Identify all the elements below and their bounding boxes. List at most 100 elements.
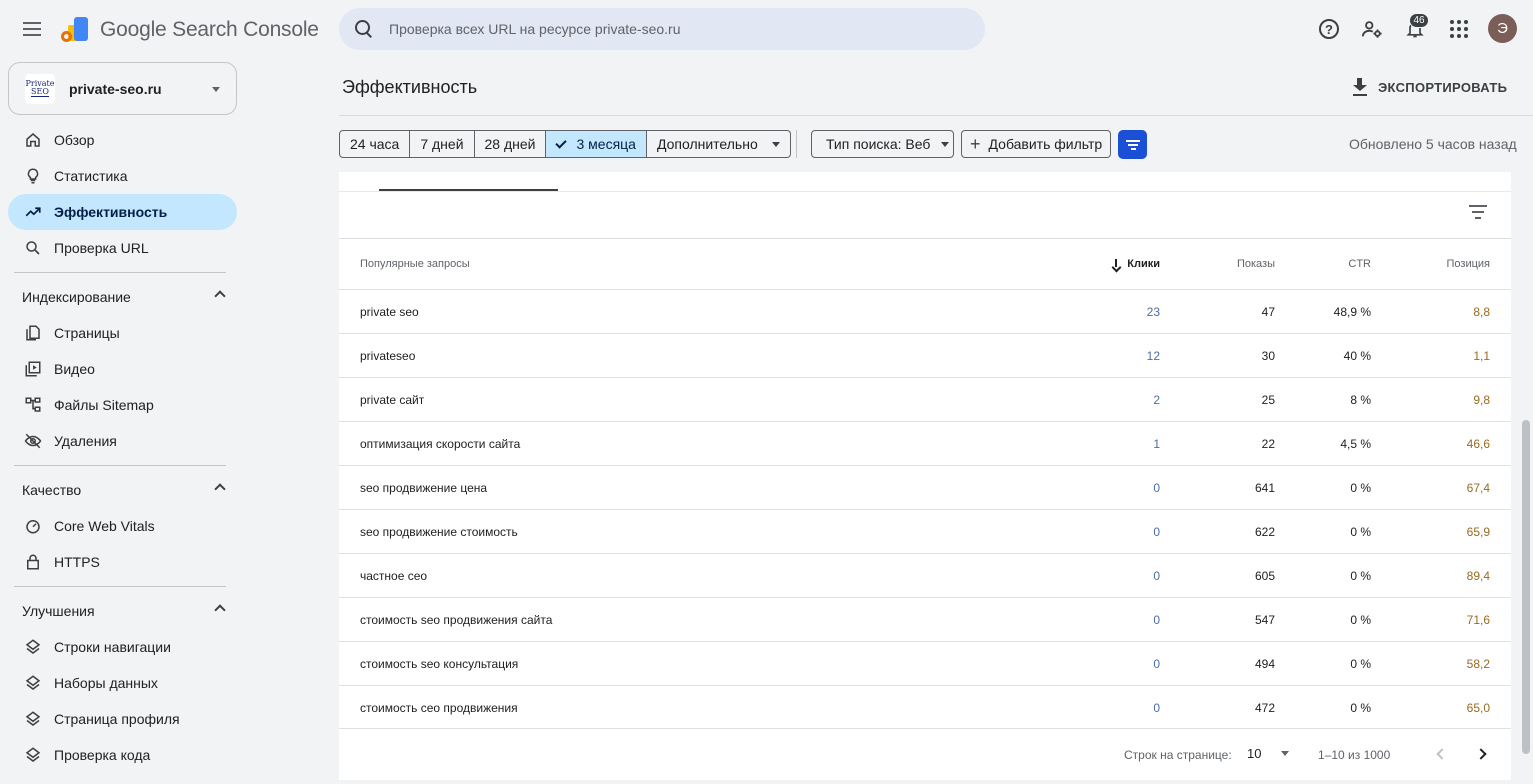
add-filter-button[interactable]: + Добавить фильтр (961, 130, 1111, 158)
property-selector[interactable]: Private SEO private-seo.ru (8, 62, 237, 115)
cell-impressions: 30 (1261, 349, 1275, 363)
table-row[interactable]: оптимизация скорости сайта 1 22 4,5 % 46… (339, 421, 1511, 465)
sidebar-item-label: Файлы Sitemap (54, 397, 154, 413)
sidebar-item-breadcrumbs[interactable]: Строки навигации (8, 629, 237, 665)
scrollbar[interactable] (1522, 420, 1530, 754)
ai-filter-icon[interactable] (1118, 130, 1147, 159)
layers-icon (23, 637, 43, 657)
next-page-icon[interactable] (1475, 746, 1491, 762)
section-quality[interactable]: Качество (8, 472, 237, 508)
layers-icon (23, 709, 43, 729)
table-row[interactable]: seo продвижение цена 0 641 0 % 67,4 (339, 465, 1511, 509)
cell-ctr: 4,5 % (1340, 437, 1371, 451)
sidebar-item-sitemaps[interactable]: Файлы Sitemap (8, 387, 237, 423)
table-row[interactable]: частное сео 0 605 0 % 89,4 (339, 553, 1511, 597)
cell-ctr: 0 % (1350, 701, 1371, 715)
last-updated-text: Обновлено 5 часов назад (1349, 136, 1517, 152)
table-row[interactable]: private seo 23 47 48,9 % 8,8 (339, 289, 1511, 333)
search-type-dropdown[interactable]: Тип поиска: Веб (811, 130, 954, 158)
cell-clicks: 0 (1153, 613, 1160, 627)
range-28d-button[interactable]: 28 дней (474, 130, 547, 158)
date-range-selector: 24 часа 7 дней 28 дней 3 месяца Дополнит… (339, 130, 791, 158)
chevron-down-icon (1281, 751, 1290, 756)
column-header-clicks[interactable]: Клики (1112, 258, 1160, 270)
chevron-down-icon (941, 141, 950, 147)
check-icon (555, 136, 568, 149)
table-row[interactable]: privateseo 12 30 40 % 1,1 (339, 333, 1511, 377)
cell-impressions: 605 (1254, 569, 1275, 583)
property-logo: Private SEO (25, 73, 55, 104)
cell-position: 65,0 (1466, 701, 1490, 715)
sidebar-item-label: Проверка кода (54, 747, 151, 763)
cell-position: 58,2 (1466, 657, 1490, 671)
search-type-label: Тип поиска: Веб (826, 136, 931, 152)
sidebar-item-removals[interactable]: Удаления (8, 423, 237, 459)
logo[interactable]: Google Search Console (60, 15, 319, 45)
divider (339, 115, 1533, 116)
sidebar-item-video[interactable]: Видео (8, 351, 237, 387)
rows-per-page-value: 10 (1247, 746, 1262, 761)
layers-icon (23, 673, 43, 693)
cell-clicks: 2 (1153, 393, 1160, 407)
rows-per-page-select[interactable]: 10 (1247, 746, 1290, 761)
cell-clicks: 0 (1153, 657, 1160, 671)
avatar[interactable]: Э (1488, 14, 1517, 43)
divider (14, 586, 226, 587)
apps-icon[interactable] (1446, 16, 1472, 42)
sidebar-item-label: Наборы данных (54, 675, 158, 691)
sidebar-item-statistics[interactable]: Статистика (8, 158, 237, 194)
sidebar: Private SEO private-seo.ru Обзор Статист… (0, 60, 245, 784)
range-more-dropdown[interactable]: Дополнительно (646, 130, 791, 158)
cell-ctr: 0 % (1350, 525, 1371, 539)
divider (14, 465, 226, 466)
divider (14, 272, 226, 273)
column-header-position[interactable]: Позиция (1447, 258, 1491, 270)
table-row[interactable]: seo продвижение стоимость 0 622 0 % 65,9 (339, 509, 1511, 553)
previous-page-icon[interactable] (1432, 746, 1448, 762)
sidebar-item-url-inspection[interactable]: Проверка URL (8, 230, 237, 266)
search-input[interactable] (389, 21, 969, 37)
filter-rows-icon[interactable] (1469, 205, 1487, 219)
section-indexing[interactable]: Индексирование (8, 279, 237, 315)
sidebar-item-pages[interactable]: Страницы (8, 315, 237, 351)
range-3m-button[interactable]: 3 месяца (546, 130, 647, 158)
section-enhancements[interactable]: Улучшения (8, 593, 237, 629)
cell-clicks: 0 (1153, 481, 1160, 495)
cell-position: 67,4 (1466, 481, 1490, 495)
column-header-impressions[interactable]: Показы (1237, 258, 1275, 270)
cell-impressions: 494 (1254, 657, 1275, 671)
cell-impressions: 547 (1254, 613, 1275, 627)
help-icon[interactable]: ? (1316, 16, 1342, 42)
range-7d-button[interactable]: 7 дней (410, 130, 475, 158)
cell-impressions: 25 (1261, 393, 1275, 407)
sidebar-item-performance[interactable]: Эффективность (8, 194, 237, 230)
table-header: Популярные запросы Клики Показы CTR Пози… (339, 239, 1511, 289)
home-icon (23, 130, 43, 150)
table-row[interactable]: стоимость сео продвижения 0 472 0 % 65,0 (339, 685, 1511, 729)
sidebar-item-datasets[interactable]: Наборы данных (8, 665, 237, 701)
column-header-ctr[interactable]: CTR (1348, 258, 1371, 270)
cell-clicks: 12 (1146, 349, 1160, 363)
search-bar[interactable] (339, 8, 985, 50)
sidebar-item-core-web-vitals[interactable]: Core Web Vitals (8, 508, 237, 544)
user-settings-icon[interactable] (1359, 16, 1385, 42)
table-row[interactable]: стоимость seo консультация 0 494 0 % 58,… (339, 641, 1511, 685)
search-icon[interactable] (355, 20, 373, 38)
range-24h-button[interactable]: 24 часа (339, 130, 411, 158)
section-title: Качество (22, 482, 82, 498)
sidebar-item-profile-page[interactable]: Страница профиля (8, 701, 237, 737)
cell-clicks: 0 (1153, 701, 1160, 715)
table-row[interactable]: стоимость seo продвижения сайта 0 547 0 … (339, 597, 1511, 641)
arrow-down-icon (1112, 258, 1120, 270)
export-button[interactable]: ЭКСПОРТИРОВАТЬ (1352, 72, 1507, 102)
menu-icon[interactable] (18, 14, 48, 44)
cell-ctr: 48,9 % (1333, 305, 1371, 319)
sidebar-item-label: Обзор (54, 132, 95, 148)
column-header-query[interactable]: Популярные запросы (360, 258, 470, 270)
sidebar-item-https[interactable]: HTTPS (8, 544, 237, 580)
cell-query: стоимость сео продвижения (360, 701, 518, 715)
table-row[interactable]: private сайт 2 25 8 % 9,8 (339, 377, 1511, 421)
cell-ctr: 0 % (1350, 657, 1371, 671)
sidebar-item-overview[interactable]: Обзор (8, 122, 237, 158)
sidebar-item-code-check[interactable]: Проверка кода (8, 737, 237, 773)
